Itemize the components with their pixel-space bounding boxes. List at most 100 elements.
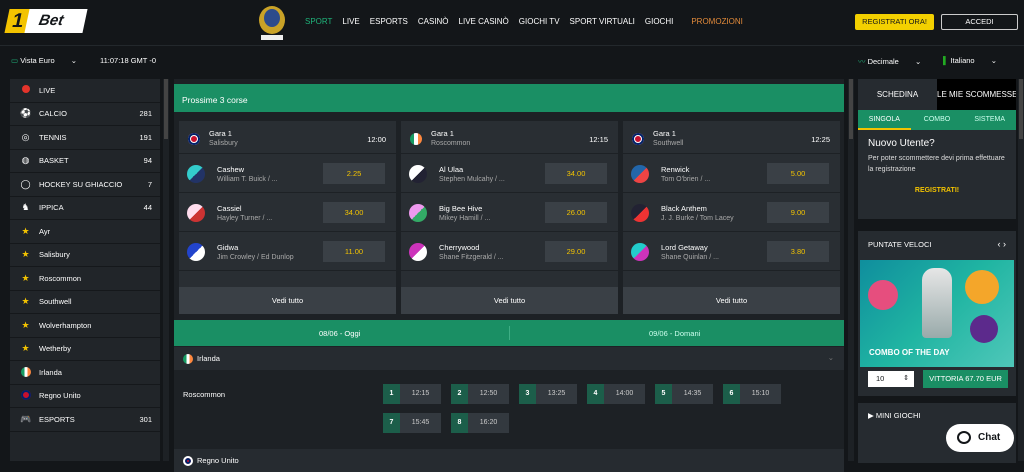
- odds-button[interactable]: 26.00: [545, 202, 607, 223]
- win-button[interactable]: VITTORIA 67.70 EUR: [923, 370, 1008, 388]
- tab-sistema[interactable]: SISTEMA: [963, 110, 1016, 130]
- race-slot-button[interactable]: 5 14:35: [655, 384, 713, 404]
- sidebar-item-hockey-su-ghiaccio[interactable]: ◯ HOCKEY SU GHIACCIO 7: [10, 173, 160, 197]
- runner-row: Lord Getaway Shane Quinlan / ... 3.80: [623, 232, 840, 271]
- race-slot-button[interactable]: 2 12:50: [451, 384, 509, 404]
- runner-jockey: J. J. Burke / Tom Lacey: [661, 215, 734, 222]
- vista-euro-select[interactable]: ▭ Vista Euro ⌄: [11, 56, 77, 65]
- chevron-down-icon: ⌄: [990, 56, 997, 65]
- nav-item-3[interactable]: CASINÒ: [418, 17, 449, 26]
- race-number: 6: [723, 384, 740, 404]
- top-bar: 1 Bet SPORT LIVE ESPORTS CASINÒ LIVE CASINÒ G…: [0, 0, 1024, 46]
- country-row-irlanda[interactable]: Irlanda ⌄: [174, 347, 844, 370]
- nav-item-1[interactable]: LIVE: [342, 17, 359, 26]
- sidebar-item-label: IPPICA: [39, 203, 64, 213]
- stake-select[interactable]: 10 ⇕: [868, 371, 914, 387]
- race-slot-button[interactable]: 1 12:15: [383, 384, 441, 404]
- race-slot-button[interactable]: 3 13:25: [519, 384, 577, 404]
- race-header: Gara 1 Southwell 12:25: [623, 121, 840, 154]
- race-slot-time: 12:50: [479, 390, 498, 397]
- uk-flag-icon: [20, 390, 31, 401]
- jockey-silk-icon: [409, 204, 427, 222]
- uk-flag-icon: [183, 456, 193, 466]
- sidebar-scrollbar[interactable]: [163, 79, 169, 461]
- odds-button[interactable]: 3.80: [767, 241, 829, 262]
- sidebar-item-regno-unito[interactable]: Regno Unito: [10, 385, 160, 408]
- sidebar-item-southwell[interactable]: ★ Southwell: [10, 291, 160, 314]
- odds-button[interactable]: 34.00: [323, 202, 385, 223]
- login-button[interactable]: ACCEDI: [941, 14, 1018, 30]
- sidebar-item-roscommon[interactable]: ★ Roscommon: [10, 267, 160, 291]
- sidebar-item-count: 191: [139, 132, 152, 142]
- race-number: 7: [383, 413, 400, 433]
- sidebar-item-tennis[interactable]: ◎ TENNIS 191: [10, 126, 160, 150]
- nav-promotions[interactable]: PROMOZIONI: [691, 17, 743, 26]
- odds-button[interactable]: 9.00: [767, 202, 829, 223]
- tab-today[interactable]: 08/06 - Oggi: [319, 329, 360, 338]
- race-slot-button[interactable]: 8 16:20: [451, 413, 509, 433]
- race-slot-time: 15:45: [411, 419, 430, 426]
- combo-promo-image[interactable]: COMBO OF THE DAY: [860, 260, 1014, 367]
- sidebar-item-esports[interactable]: 🎮 ESPORTS 301: [10, 408, 160, 432]
- logo[interactable]: 1 Bet: [4, 9, 88, 33]
- odds-button[interactable]: 34.00: [545, 163, 607, 184]
- tab-singola[interactable]: SINGOLA: [858, 110, 911, 130]
- nav-item-7[interactable]: GIOCHI: [645, 17, 673, 26]
- sidebar-item-label: CALCIO: [39, 109, 67, 119]
- language-select[interactable]: ▌ Italiano ⌄: [943, 56, 997, 65]
- tab-my-bets[interactable]: LE MIE SCOMMESSE: [937, 79, 1016, 110]
- register-link[interactable]: REGISTRATI!: [868, 187, 1006, 194]
- tab-tomorrow[interactable]: 09/06 - Domani: [649, 329, 700, 338]
- sidebar-item-label: LIVE: [39, 85, 56, 95]
- nav-item-2[interactable]: ESPORTS: [370, 17, 408, 26]
- sidebar-item-ippica[interactable]: ♞ IPPICA 44: [10, 197, 160, 220]
- tab-schedina[interactable]: SCHEDINA: [858, 79, 937, 110]
- nav-item-4[interactable]: LIVE CASINÒ: [459, 17, 509, 26]
- chat-bubble-icon: [957, 431, 971, 444]
- sidebar-item-wolverhampton[interactable]: ★ Wolverhampton: [10, 314, 160, 338]
- race-slot-time: 14:35: [683, 390, 702, 397]
- race-header: Gara 1 Salisbury 12:00: [179, 121, 396, 154]
- main-scrollbar[interactable]: [848, 79, 854, 461]
- race-slot-time: 14:00: [615, 390, 634, 397]
- race-title: Gara 1: [653, 129, 676, 138]
- odds-button[interactable]: 2.25: [323, 163, 385, 184]
- sidebar-item-label: Salisbury: [39, 250, 70, 260]
- sidebar-item-basket[interactable]: ◍ BASKET 94: [10, 150, 160, 173]
- see-all-button[interactable]: Vedi tutto: [401, 287, 618, 314]
- race-title: Gara 1: [431, 129, 454, 138]
- see-all-button[interactable]: Vedi tutto: [179, 287, 396, 314]
- sidebar-item-label: Roscommon: [39, 273, 82, 283]
- tab-combo[interactable]: COMBO: [911, 110, 964, 130]
- race-slot-button[interactable]: 7 15:45: [383, 413, 441, 433]
- race-number: 3: [519, 384, 536, 404]
- sidebar-item-salisbury[interactable]: ★ Salisbury: [10, 244, 160, 267]
- sidebar-item-ayr[interactable]: ★ Ayr: [10, 220, 160, 244]
- race-time: 12:25: [811, 135, 830, 144]
- nav-item-6[interactable]: SPORT VIRTUALI: [570, 17, 635, 26]
- race-slot-button[interactable]: 6 15:10: [723, 384, 781, 404]
- carousel-arrows-icon[interactable]: ‹ ›: [998, 239, 1007, 249]
- play-icon: ▶: [868, 411, 874, 420]
- euro-2020-logo-icon[interactable]: [255, 4, 289, 42]
- register-button[interactable]: REGISTRATI ORA!: [855, 14, 934, 30]
- nav-item-5[interactable]: GIOCHI TV: [519, 17, 560, 26]
- sidebar-item-label: ESPORTS: [39, 414, 75, 424]
- country-name: Irlanda: [197, 354, 220, 363]
- sidebar-item-calcio[interactable]: ⚽ CALCIO 281: [10, 103, 160, 126]
- see-all-button[interactable]: Vedi tutto: [623, 287, 840, 314]
- sidebar-item-irlanda[interactable]: Irlanda: [10, 361, 160, 385]
- sidebar-item-live[interactable]: LIVE: [10, 79, 160, 103]
- odds-button[interactable]: 5.00: [767, 163, 829, 184]
- runner-name: Lord Getaway: [661, 243, 708, 252]
- race-slot-button[interactable]: 4 14:00: [587, 384, 645, 404]
- new-user-text: Per poter scommettere devi prima effettu…: [868, 155, 1005, 173]
- nav-item-0[interactable]: SPORT: [305, 17, 332, 26]
- odds-format-select[interactable]: 〰 Decimale ⌄: [858, 56, 921, 67]
- right-scrollbar[interactable]: [1018, 79, 1024, 461]
- ireland-flag-icon: [410, 133, 422, 145]
- odds-button[interactable]: 29.00: [545, 241, 607, 262]
- odds-button[interactable]: 11.00: [323, 241, 385, 262]
- sidebar-item-wetherby[interactable]: ★ Wetherby: [10, 338, 160, 361]
- chat-button[interactable]: Chat: [946, 424, 1014, 452]
